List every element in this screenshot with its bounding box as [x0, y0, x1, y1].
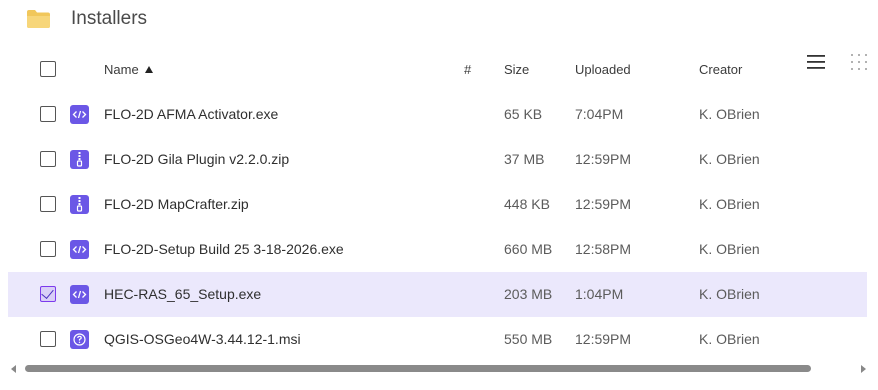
scrollbar-thumb[interactable] [25, 365, 811, 372]
row-checkbox[interactable] [40, 331, 56, 347]
file-creator: K. OBrien [699, 286, 760, 302]
file-row[interactable]: FLO-2D Gila Plugin v2.2.0.zip 37 MB 12:5… [8, 137, 867, 182]
file-size: 448 KB [504, 196, 550, 212]
list-view-icon[interactable] [806, 52, 826, 72]
file-row[interactable]: FLO-2D MapCrafter.zip 448 KB 12:59PM K. … [8, 182, 867, 227]
zip-file-icon [70, 150, 89, 169]
table-header: Name # Size Uploaded Creator [0, 47, 878, 92]
scroll-right-arrow-icon[interactable] [861, 365, 866, 373]
sort-ascending-icon [144, 66, 153, 73]
file-uploaded-time: 12:59PM [575, 151, 632, 167]
file-uploaded-time: 12:59PM [575, 331, 632, 347]
folder-header: Installers [0, 0, 878, 40]
file-row[interactable]: QGIS-OSGeo4W-3.44.12-1.msi 550 MB 12:59P… [8, 317, 867, 362]
row-checkbox[interactable] [40, 241, 56, 257]
grid-view-icon[interactable] [850, 52, 868, 72]
file-uploaded-time: 12:58PM [575, 241, 632, 257]
code-file-icon [70, 240, 89, 259]
file-creator: K. OBrien [699, 241, 760, 257]
file-uploaded-time: 1:04PM [575, 286, 624, 302]
file-creator: K. OBrien [699, 331, 760, 347]
code-file-icon [70, 105, 89, 124]
file-creator: K. OBrien [699, 196, 760, 212]
row-checkbox-checked[interactable] [40, 286, 56, 302]
column-header-size[interactable]: Size [504, 62, 529, 77]
row-checkbox[interactable] [40, 151, 56, 167]
file-creator: K. OBrien [699, 106, 760, 122]
column-header-creator[interactable]: Creator [699, 62, 742, 77]
file-row-selected[interactable]: HEC-RAS_65_Setup.exe 203 MB 1:04PM K. OB… [8, 272, 867, 317]
scroll-left-arrow-icon[interactable] [11, 365, 16, 373]
file-size: 660 MB [504, 241, 553, 257]
file-uploaded-time: 12:59PM [575, 196, 632, 212]
file-name[interactable]: FLO-2D Gila Plugin v2.2.0.zip [104, 151, 289, 167]
column-header-uploaded[interactable]: Uploaded [575, 62, 631, 77]
file-row[interactable]: FLO-2D-Setup Build 25 3-18-2026.exe 660 … [8, 227, 867, 272]
column-header-name[interactable]: Name [104, 62, 153, 77]
file-name[interactable]: FLO-2D-Setup Build 25 3-18-2026.exe [104, 241, 344, 257]
unknown-file-icon [70, 330, 89, 349]
file-size: 550 MB [504, 331, 553, 347]
column-header-hash[interactable]: # [464, 62, 471, 77]
file-name[interactable]: FLO-2D MapCrafter.zip [104, 196, 249, 212]
file-name[interactable]: HEC-RAS_65_Setup.exe [104, 286, 261, 302]
column-header-name-label: Name [104, 62, 139, 77]
file-creator: K. OBrien [699, 151, 760, 167]
code-file-icon [70, 285, 89, 304]
folder-title: Installers [71, 8, 148, 29]
file-row[interactable]: FLO-2D AFMA Activator.exe 65 KB 7:04PM K… [8, 92, 867, 137]
file-uploaded-time: 7:04PM [575, 106, 624, 122]
file-size: 203 MB [504, 286, 553, 302]
zip-file-icon [70, 195, 89, 214]
file-size: 37 MB [504, 151, 545, 167]
horizontal-scrollbar[interactable] [0, 362, 878, 376]
row-checkbox[interactable] [40, 196, 56, 212]
row-checkbox[interactable] [40, 106, 56, 122]
select-all-checkbox[interactable] [40, 61, 56, 77]
file-name[interactable]: FLO-2D AFMA Activator.exe [104, 106, 278, 122]
file-name[interactable]: QGIS-OSGeo4W-3.44.12-1.msi [104, 331, 301, 347]
folder-icon [27, 10, 50, 28]
file-size: 65 KB [504, 106, 543, 122]
